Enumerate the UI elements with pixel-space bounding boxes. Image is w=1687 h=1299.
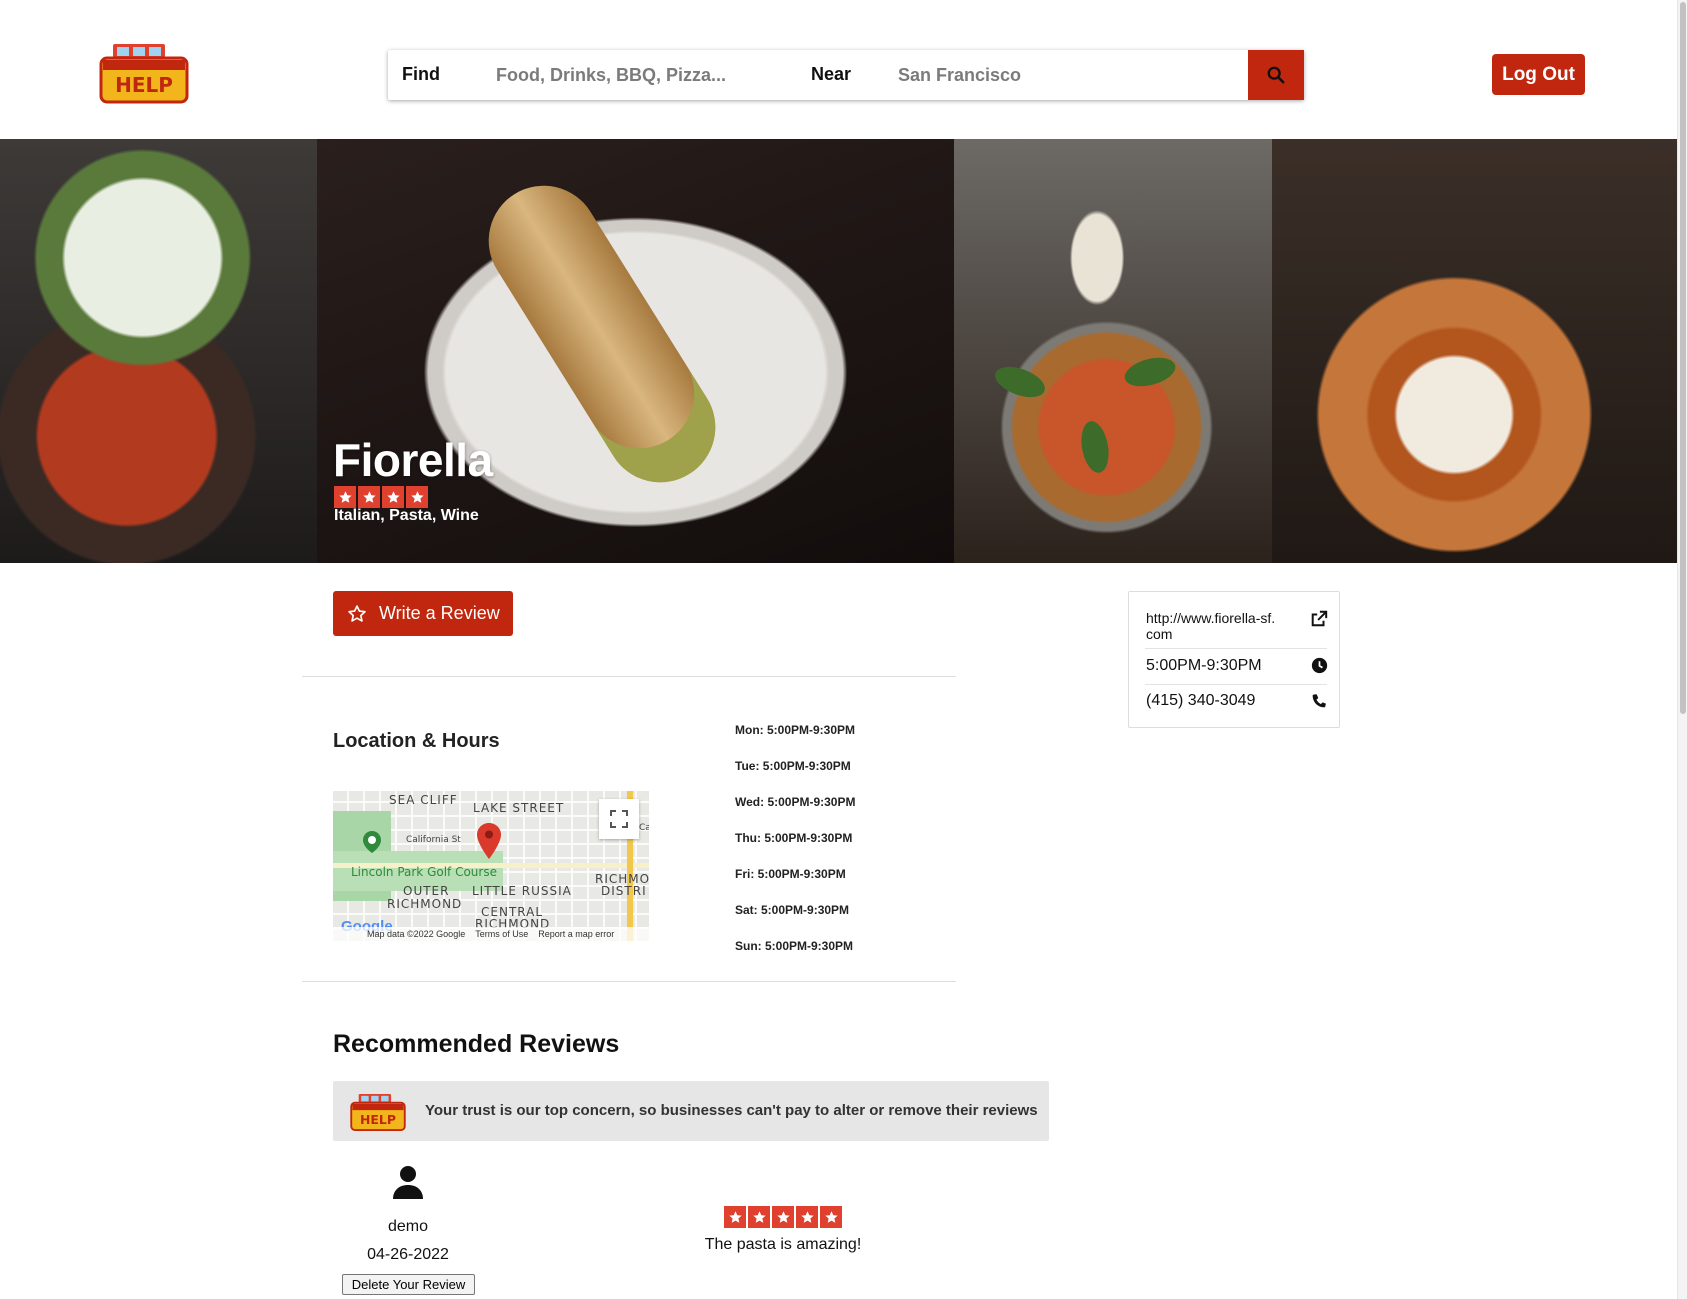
search-button[interactable] [1248, 50, 1304, 100]
scroll-thumb[interactable] [1680, 2, 1686, 714]
phone-icon [1312, 694, 1326, 708]
divider [302, 676, 956, 677]
map-report-link[interactable]: Report a map error [538, 929, 614, 939]
map-label: SEA CLIFF [389, 793, 458, 807]
divider [302, 981, 956, 982]
find-label: Find [402, 64, 440, 84]
user-avatar-icon [393, 1166, 423, 1199]
review-text: The pasta is amazing! [704, 1236, 862, 1253]
photo-coffee [1272, 139, 1677, 563]
star-icon [796, 1206, 818, 1228]
star-icon [748, 1206, 770, 1228]
map-label: RICHMOND [387, 897, 463, 911]
basil-leaf [991, 360, 1049, 404]
business-name: Fiorella [333, 434, 493, 486]
business-rating [334, 486, 428, 508]
map-footer: Map data ©2022 Google Terms of Use Repor… [333, 927, 649, 941]
golf-pin-icon [363, 831, 381, 853]
star-icon [772, 1206, 794, 1228]
cannoli-shape [467, 164, 737, 504]
search-icon [1267, 66, 1285, 84]
map-fullscreen-button[interactable] [599, 799, 639, 839]
location-hours-title: Location & Hours [333, 730, 500, 752]
svg-text:HELP: HELP [360, 1112, 396, 1127]
phone-row: (415) 340-3049 [1146, 692, 1328, 710]
delete-review-button[interactable]: Delete Your Review [342, 1274, 475, 1295]
photo-header [0, 139, 1677, 563]
hours-row: 5:00PM-9:30PM [1146, 657, 1328, 675]
star-icon [406, 486, 428, 508]
hours-item-tue: Tue: 5:00PM-9:30PM [735, 759, 851, 773]
phone-number: (415) 340-3049 [1146, 692, 1256, 709]
write-review-button[interactable]: Write a Review [333, 591, 513, 636]
photo-meatballs [0, 139, 317, 563]
map-label: DISTRI [601, 884, 647, 898]
star-outline-icon [348, 604, 366, 622]
star-icon [724, 1206, 746, 1228]
hours-item-wed: Wed: 5:00PM-9:30PM [735, 795, 856, 809]
help-logo[interactable]: HELP [99, 38, 189, 108]
svg-text:HELP: HELP [115, 73, 173, 97]
hours-list: Mon: 5:00PM-9:30PM Tue: 5:00PM-9:30PM We… [735, 723, 855, 975]
website-link[interactable]: http://www.fiorella-sf.com [1146, 610, 1276, 642]
external-link-icon [1311, 610, 1328, 627]
hours-item-sun: Sun: 5:00PM-9:30PM [735, 939, 854, 953]
info-separator [1145, 684, 1327, 685]
hours-today: 5:00PM-9:30PM [1146, 657, 1262, 674]
basil-leaf [1121, 352, 1179, 392]
map-label: California St [406, 835, 461, 845]
map-label: LITTLE RUSSIA [472, 884, 572, 898]
top-header: HELP Find Near Log Out [0, 0, 1677, 139]
map-terms-link[interactable]: Terms of Use [475, 929, 528, 939]
find-input[interactable] [496, 50, 796, 100]
info-separator [1145, 648, 1327, 649]
page-scrollbar[interactable] [1677, 0, 1687, 1299]
basil-leaf [1077, 419, 1113, 475]
business-info-box: http://www.fiorella-sf.com 5:00PM-9:30PM… [1128, 591, 1340, 728]
review-date: 04-26-2022 [367, 1246, 449, 1263]
star-icon [334, 486, 356, 508]
map-label: Ca [639, 823, 649, 833]
trust-text: Your trust is our top concern, so busine… [425, 1102, 1038, 1119]
recommended-reviews-title: Recommended Reviews [333, 1030, 620, 1058]
map-label: OUTER [403, 884, 450, 898]
clock-icon [1311, 657, 1328, 674]
logout-button[interactable]: Log Out [1492, 54, 1585, 95]
fullscreen-icon [610, 810, 628, 828]
near-input[interactable] [898, 50, 1228, 100]
hours-item-mon: Mon: 5:00PM-9:30PM [735, 723, 856, 737]
map-label: LAKE STREET [473, 801, 565, 815]
review-rating [724, 1206, 842, 1228]
location-map[interactable]: SEA CLIFF LAKE STREET California St Ca L… [333, 791, 649, 941]
help-logo: HELP [350, 1093, 406, 1131]
star-icon [382, 486, 404, 508]
map-label: Lincoln Park Golf Course [351, 865, 497, 879]
website-row[interactable]: http://www.fiorella-sf.com [1146, 610, 1328, 642]
hours-item-thu: Thu: 5:00PM-9:30PM [735, 831, 853, 845]
review-username: demo [387, 1218, 429, 1235]
star-icon [820, 1206, 842, 1228]
star-icon [358, 486, 380, 508]
photo-pizza [954, 139, 1272, 563]
trust-banner: HELP Your trust is our top concern, so b… [333, 1081, 1049, 1141]
map-pin-icon[interactable] [477, 823, 501, 859]
hours-item-sat: Sat: 5:00PM-9:30PM [735, 903, 850, 917]
map-data-credit: Map data ©2022 Google [367, 929, 466, 939]
hours-item-fri: Fri: 5:00PM-9:30PM [735, 867, 846, 881]
write-review-label: Write a Review [379, 603, 500, 623]
search-bar: Find Near [388, 50, 1304, 100]
business-categories: Italian, Pasta, Wine [334, 507, 479, 524]
near-label: Near [811, 64, 852, 84]
